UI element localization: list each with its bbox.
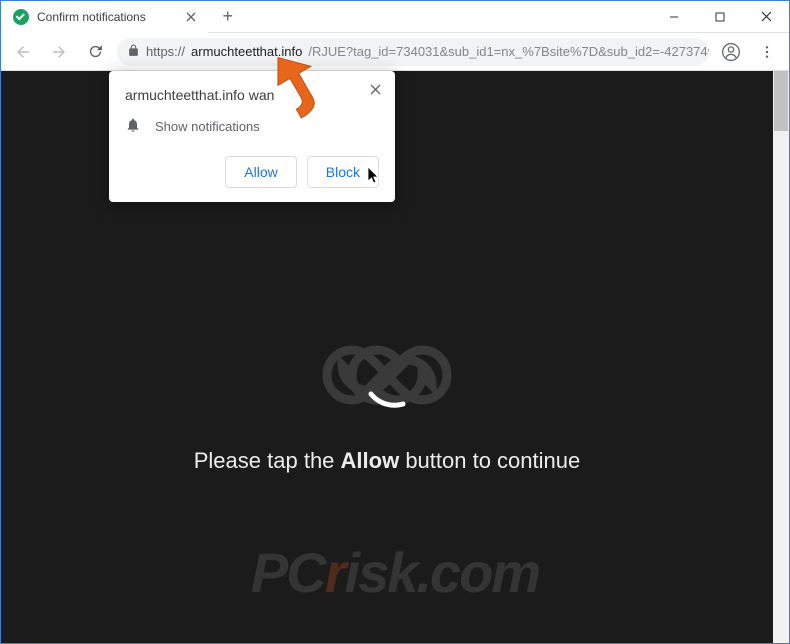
url-scheme: https:// <box>146 44 185 59</box>
forward-button[interactable] <box>45 38 73 66</box>
kebab-menu-icon[interactable] <box>753 38 781 66</box>
back-button[interactable] <box>9 38 37 66</box>
annotation-arrow-icon <box>255 47 335 132</box>
bell-icon <box>125 117 141 136</box>
site-icon <box>13 9 29 25</box>
url-path: /RJUE?tag_id=734031&sub_id1=nx_%7Bsite%7… <box>308 44 709 59</box>
infinity-spinner-icon <box>317 340 457 410</box>
toolbar: https://armuchteetthat.info/RJUE?tag_id=… <box>1 33 789 71</box>
browser-tab[interactable]: Confirm notifications <box>1 1 208 33</box>
titlebar: Confirm notifications + <box>1 1 789 33</box>
profile-icon[interactable] <box>717 38 745 66</box>
allow-button[interactable]: Allow <box>225 156 296 188</box>
popup-title: armuchteetthat.info wan <box>125 87 379 103</box>
popup-actions: Allow Block <box>125 156 379 188</box>
lock-icon <box>127 44 140 60</box>
popup-close-icon[interactable] <box>365 79 385 99</box>
tab-title: Confirm notifications <box>37 10 146 24</box>
address-bar[interactable]: https://armuchteetthat.info/RJUE?tag_id=… <box>117 38 709 66</box>
permission-body: Show notifications <box>155 119 260 134</box>
instruction-text: Please tap the Allow button to continue <box>194 448 580 474</box>
maximize-button[interactable] <box>697 1 743 33</box>
minimize-button[interactable] <box>651 1 697 33</box>
vertical-scrollbar[interactable] <box>773 71 789 643</box>
tab-close-icon[interactable] <box>184 10 198 24</box>
new-tab-button[interactable]: + <box>214 3 242 31</box>
permission-row: Show notifications <box>125 117 379 136</box>
window-close-button[interactable] <box>743 1 789 33</box>
mouse-cursor-icon <box>367 166 381 189</box>
notification-permission-popup: armuchteetthat.info wan Show notificatio… <box>109 71 395 202</box>
reload-button[interactable] <box>81 38 109 66</box>
window-controls <box>651 1 789 33</box>
scrollbar-thumb[interactable] <box>774 71 788 131</box>
